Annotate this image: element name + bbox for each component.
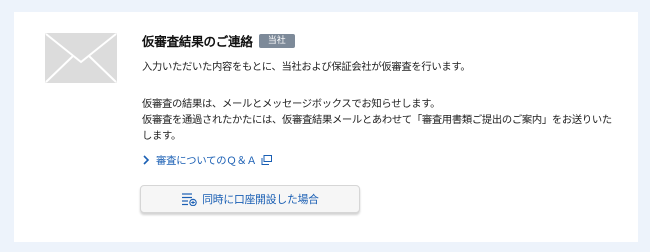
result-text: 仮審査の結果は、メールとメッセージボックスでお知らせします。 仮審査を通過された…	[142, 96, 620, 144]
title-row: 仮審査結果のご連絡 当社	[142, 31, 295, 50]
external-window-icon	[261, 154, 272, 165]
faq-link[interactable]: 審査についてのＱ＆Ａ	[142, 152, 272, 167]
envelope-icon	[45, 33, 117, 83]
faq-link-label: 審査についてのＱ＆Ａ	[156, 155, 257, 167]
notice-title: 仮審査結果のご連絡	[142, 34, 253, 49]
account-opening-button-label: 同時に口座開設した場合	[202, 193, 319, 206]
list-add-icon	[182, 193, 197, 206]
notice-card: 仮審査結果のご連絡 当社 入力いただいた内容をもとに、当社および保証会社が仮審査…	[14, 12, 638, 242]
result-text-line2: 仮審査を通過されたかたには、仮審査結果メールとあわせて「審査用書類ご提出のご案内…	[142, 114, 612, 142]
intro-text: 入力いただいた内容をもとに、当社および保証会社が仮審査を行います。	[142, 61, 471, 73]
account-opening-button[interactable]: 同時に口座開設した場合	[140, 185, 360, 213]
result-text-line1: 仮審査の結果は、メールとメッセージボックスでお知らせします。	[142, 98, 441, 110]
chevron-right-icon	[143, 154, 150, 165]
status-badge: 当社	[258, 33, 295, 48]
